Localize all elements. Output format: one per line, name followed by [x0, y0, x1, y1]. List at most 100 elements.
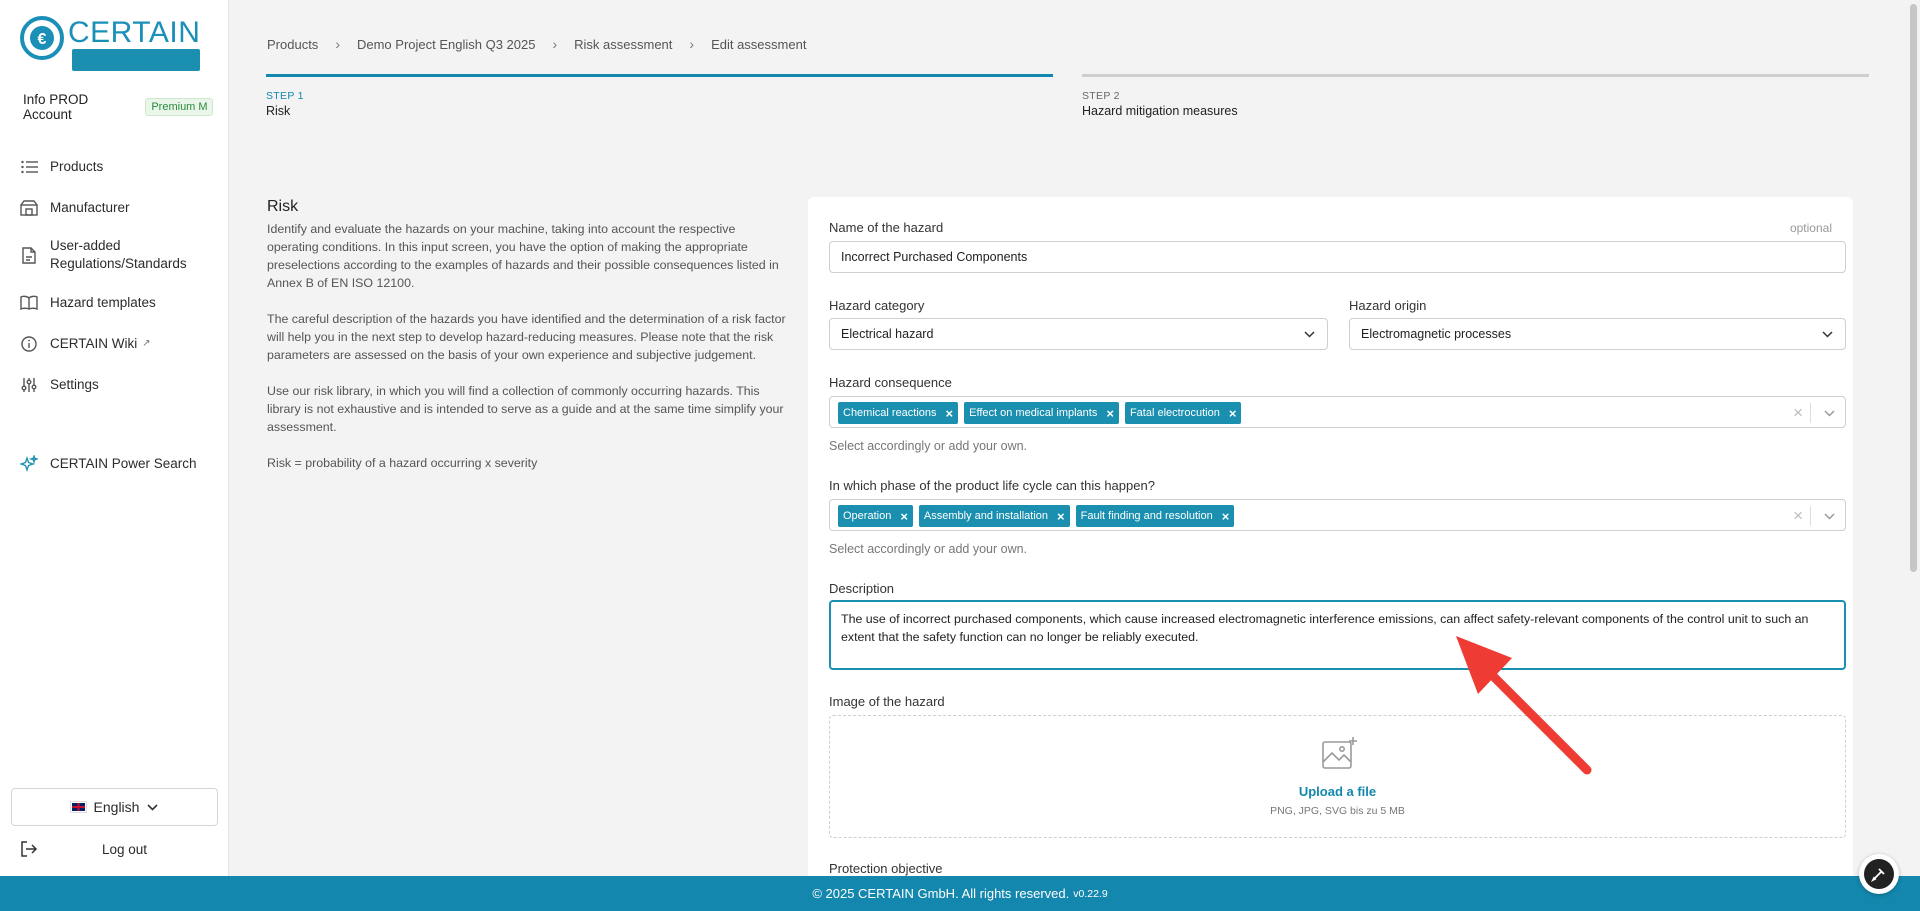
sidebar-item-wiki[interactable]: CERTAIN Wiki ↗ [0, 323, 228, 364]
risk-formula: Risk = probability of a hazard occurring… [267, 456, 538, 470]
description-textarea[interactable]: The use of incorrect purchased component… [829, 600, 1846, 670]
sidebar-item-label: User-added Regulations/Standards [50, 238, 187, 271]
image-label: Image of the hazard [829, 694, 945, 709]
tag-chip: Operation × [838, 505, 913, 527]
logout-button[interactable]: Log out [20, 836, 210, 862]
tag-chip: Fault finding and resolution × [1075, 505, 1235, 527]
document-icon [20, 246, 38, 264]
optional-label: optional [1789, 221, 1832, 235]
clear-all-icon[interactable]: × [1793, 403, 1803, 423]
svg-text:€: € [38, 31, 47, 48]
sidebar-item-manufacturer[interactable]: Manufacturer [0, 187, 228, 228]
chevron-right-icon: › [552, 36, 558, 52]
chevron-down-icon[interactable] [1824, 513, 1835, 520]
tag-chip: Effect on medical implants × [964, 402, 1119, 424]
sidebar-item-regulations[interactable]: User-added Regulations/Standards [0, 228, 228, 282]
step-2[interactable]: STEP 2 Hazard mitigation measures [1082, 74, 1869, 118]
step-progress-bar [266, 74, 1053, 77]
tag-label: Operation [843, 510, 892, 522]
hazard-origin-select[interactable]: Electromagnetic processes [1349, 318, 1846, 350]
step-progress-bar [1082, 74, 1869, 77]
sidebar-item-label: Products [50, 158, 104, 174]
description-label: Description [829, 581, 895, 596]
sidebar: € CERTAIN your CE marking... online Info… [0, 0, 229, 876]
remove-tag-icon[interactable]: × [900, 509, 908, 524]
hazard-consequence-multiselect[interactable]: Chemical reactions × Effect on medical im… [829, 396, 1846, 428]
remove-tag-icon[interactable]: × [1057, 509, 1065, 524]
breadcrumb-item-edit-assessment: Edit assessment [711, 36, 807, 52]
hazard-consequence-hint: Select accordingly or add your own. [829, 439, 1028, 453]
clear-all-icon[interactable]: × [1793, 506, 1803, 526]
chevron-down-icon [147, 803, 159, 811]
sidebar-item-products[interactable]: Products [0, 146, 228, 187]
tag-chip: Fatal electrocution × [1124, 402, 1242, 424]
selected-tags: Chemical reactions × Effect on medical im… [838, 402, 1242, 424]
step-number: STEP 2 [1082, 90, 1120, 102]
tag-chip: Assembly and installation × [918, 505, 1070, 527]
chevron-down-icon[interactable] [1824, 410, 1835, 417]
life-cycle-hint: Select accordingly or add your own. [829, 542, 1028, 556]
divider [1810, 403, 1811, 423]
sidebar-nav: Products Manufacturer User-added Regulat… [0, 146, 228, 405]
hazard-category-select[interactable]: Electrical hazard [829, 318, 1328, 350]
upload-hint: PNG, JPG, SVG bis zu 5 MB [1270, 805, 1405, 817]
breadcrumb-item-project[interactable]: Demo Project English Q3 2025 [357, 37, 535, 52]
account-info: Info PROD Account Premium M [23, 92, 213, 122]
list-icon [20, 158, 38, 176]
breadcrumb: Products › Demo Project English Q3 2025 … [267, 36, 806, 52]
breadcrumb-item-products[interactable]: Products [267, 37, 318, 52]
protection-objective-label: Protection objective [829, 861, 943, 876]
sparkles-icon [20, 454, 38, 473]
page-scrollbar[interactable] [1907, 0, 1920, 876]
image-dropzone[interactable]: Upload a file PNG, JPG, SVG bis zu 5 MB [829, 715, 1846, 838]
breadcrumb-item-risk-assessment[interactable]: Risk assessment [574, 37, 672, 52]
remove-tag-icon[interactable]: × [1222, 509, 1230, 524]
sidebar-item-label: Settings [50, 376, 99, 392]
account-name: Info PROD Account [23, 92, 89, 122]
section-title: Risk [267, 198, 299, 215]
hazard-origin-label: Hazard origin [1349, 298, 1427, 313]
sidebar-item-label: Manufacturer [50, 199, 130, 215]
copyright-text: © 2025 CERTAIN GmbH. All rights reserved… [812, 886, 1070, 901]
pen-icon [1864, 859, 1894, 889]
version-label: v0.22.9 [1073, 887, 1108, 900]
hazard-name-input[interactable]: Incorrect Purchased Components [829, 241, 1846, 273]
tool-fab-button[interactable] [1859, 854, 1899, 894]
intro-paragraph: Use our risk library, in which you will … [267, 384, 784, 434]
language-select[interactable]: English [11, 788, 218, 826]
hazard-category-label: Hazard category [829, 298, 925, 313]
intro-paragraph: Identify and evaluate the hazards on you… [267, 222, 779, 290]
chevron-down-icon [1822, 331, 1833, 338]
remove-tag-icon[interactable]: × [1229, 406, 1237, 421]
hazard-name-label: Name of the hazard [829, 220, 944, 235]
risk-form-card: Name of the hazard optional Incorrect Pu… [808, 197, 1853, 887]
brand-tagline: your CE marking... online [72, 49, 200, 71]
chevron-right-icon: › [689, 36, 695, 52]
step-1[interactable]: STEP 1 Risk [266, 74, 1053, 118]
logo-mark-icon: € [20, 16, 64, 60]
remove-tag-icon[interactable]: × [1106, 406, 1114, 421]
sidebar-item-label: CERTAIN Power Search [50, 455, 197, 471]
scrollbar-thumb[interactable] [1910, 4, 1917, 572]
remove-tag-icon[interactable]: × [946, 406, 954, 421]
sidebar-item-label: Hazard templates [50, 294, 156, 310]
factory-icon [20, 199, 38, 217]
divider [1810, 506, 1811, 526]
tag-label: Chemical reactions [843, 407, 937, 419]
footer: © 2025 CERTAIN GmbH. All rights reserved… [0, 876, 1920, 911]
external-link-icon: ↗ [142, 338, 151, 349]
hazard-category-value: Electrical hazard [841, 327, 934, 341]
life-cycle-label: In which phase of the product life cycle… [829, 478, 1155, 493]
tag-chip: Chemical reactions × [838, 402, 959, 424]
life-cycle-multiselect[interactable]: Operation × Assembly and installation × Fa… [829, 499, 1846, 531]
certain-logo[interactable]: € CERTAIN your CE marking... online [20, 16, 200, 71]
sidebar-item-settings[interactable]: Settings [0, 364, 228, 405]
sidebar-item-power-search[interactable]: CERTAIN Power Search [0, 443, 228, 484]
upload-file-link[interactable]: Upload a file [830, 784, 1845, 799]
tag-label: Assembly and installation [923, 510, 1049, 522]
language-label: English [93, 799, 140, 815]
sliders-icon [20, 376, 38, 394]
sidebar-item-hazard-templates[interactable]: Hazard templates [0, 282, 228, 323]
step-name: Hazard mitigation measures [1082, 104, 1238, 118]
tag-label: Effect on medical implants [969, 407, 1098, 419]
